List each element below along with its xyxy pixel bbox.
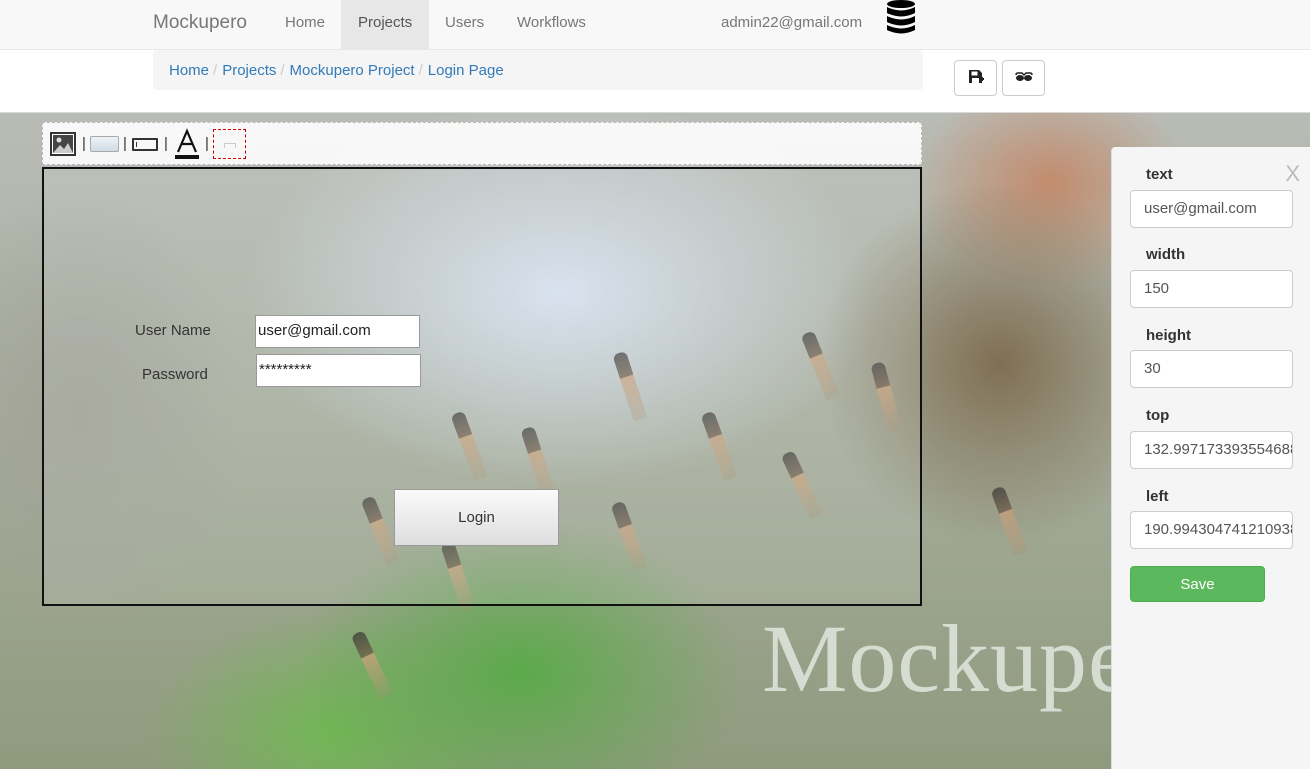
component-palette: | | | | [42, 122, 922, 165]
breadcrumb-separator: / [418, 62, 423, 79]
close-panel-button[interactable]: X [1285, 161, 1300, 187]
container-icon[interactable] [213, 123, 246, 165]
nav-item-projects[interactable]: Projects [341, 0, 430, 50]
properties-panel: X text user@gmail.com width 150 height 3… [1111, 147, 1310, 769]
nav-item-users[interactable]: Users [428, 0, 501, 50]
palette-separator: | [123, 135, 127, 152]
login-button[interactable]: Login [394, 489, 559, 546]
palette-separator: | [205, 135, 209, 152]
height-prop-input[interactable]: 30 [1130, 350, 1293, 388]
breadcrumb-separator: / [213, 62, 218, 79]
palette-separator: | [82, 135, 86, 152]
breadcrumb-home[interactable]: Home [169, 62, 209, 79]
left-prop-label: left [1146, 488, 1169, 505]
text-prop-label: text [1146, 166, 1173, 183]
breadcrumb-projects[interactable]: Projects [222, 62, 276, 79]
textbox-icon[interactable] [132, 123, 158, 165]
password-label[interactable]: Password [142, 366, 208, 383]
pencil-shape [990, 485, 1028, 557]
width-prop-label: width [1146, 246, 1186, 263]
height-prop-label: height [1146, 327, 1191, 344]
brand-logo[interactable]: Mockupero [153, 12, 247, 34]
breadcrumb-project[interactable]: Mockupero Project [290, 62, 415, 79]
breadcrumb: Home / Projects / Mockupero Project / Login Pa… [153, 50, 923, 90]
width-prop-input[interactable]: 150 [1130, 270, 1293, 308]
pencil-shape [350, 630, 393, 700]
left-prop-input[interactable]: 190.994304741210938 [1130, 511, 1293, 549]
username-field[interactable]: user@gmail.com [255, 315, 420, 348]
save-button[interactable]: Save [1130, 566, 1265, 602]
save-page-button[interactable] [954, 60, 997, 96]
top-prop-label: top [1146, 407, 1170, 424]
top-navbar: Mockupero Home Projects Users Workflows … [0, 0, 1310, 50]
palette-separator: | [164, 135, 168, 152]
glasses-icon [1014, 70, 1033, 86]
breadcrumb-page[interactable]: Login Page [428, 62, 504, 79]
button-icon[interactable] [90, 123, 119, 165]
nav-item-workflows[interactable]: Workflows [500, 0, 603, 50]
preview-button[interactable] [1002, 60, 1045, 96]
password-field[interactable]: ********* [256, 354, 421, 387]
database-icon[interactable] [886, 0, 916, 36]
save-icon [967, 68, 985, 89]
text-prop-input[interactable]: user@gmail.com [1130, 190, 1293, 228]
nav-item-home[interactable]: Home [268, 0, 342, 50]
user-email[interactable]: admin22@gmail.com [721, 14, 862, 31]
design-canvas[interactable]: User Name user@gmail.com Password ******… [42, 167, 922, 606]
sub-header: Home / Projects / Mockupero Project / Login Pa… [0, 50, 1310, 113]
username-label[interactable]: User Name [135, 322, 211, 339]
text-icon[interactable] [174, 123, 200, 165]
image-icon[interactable] [50, 123, 76, 165]
breadcrumb-separator: / [280, 62, 285, 79]
top-prop-input[interactable]: 132.997173393554688 [1130, 431, 1293, 469]
